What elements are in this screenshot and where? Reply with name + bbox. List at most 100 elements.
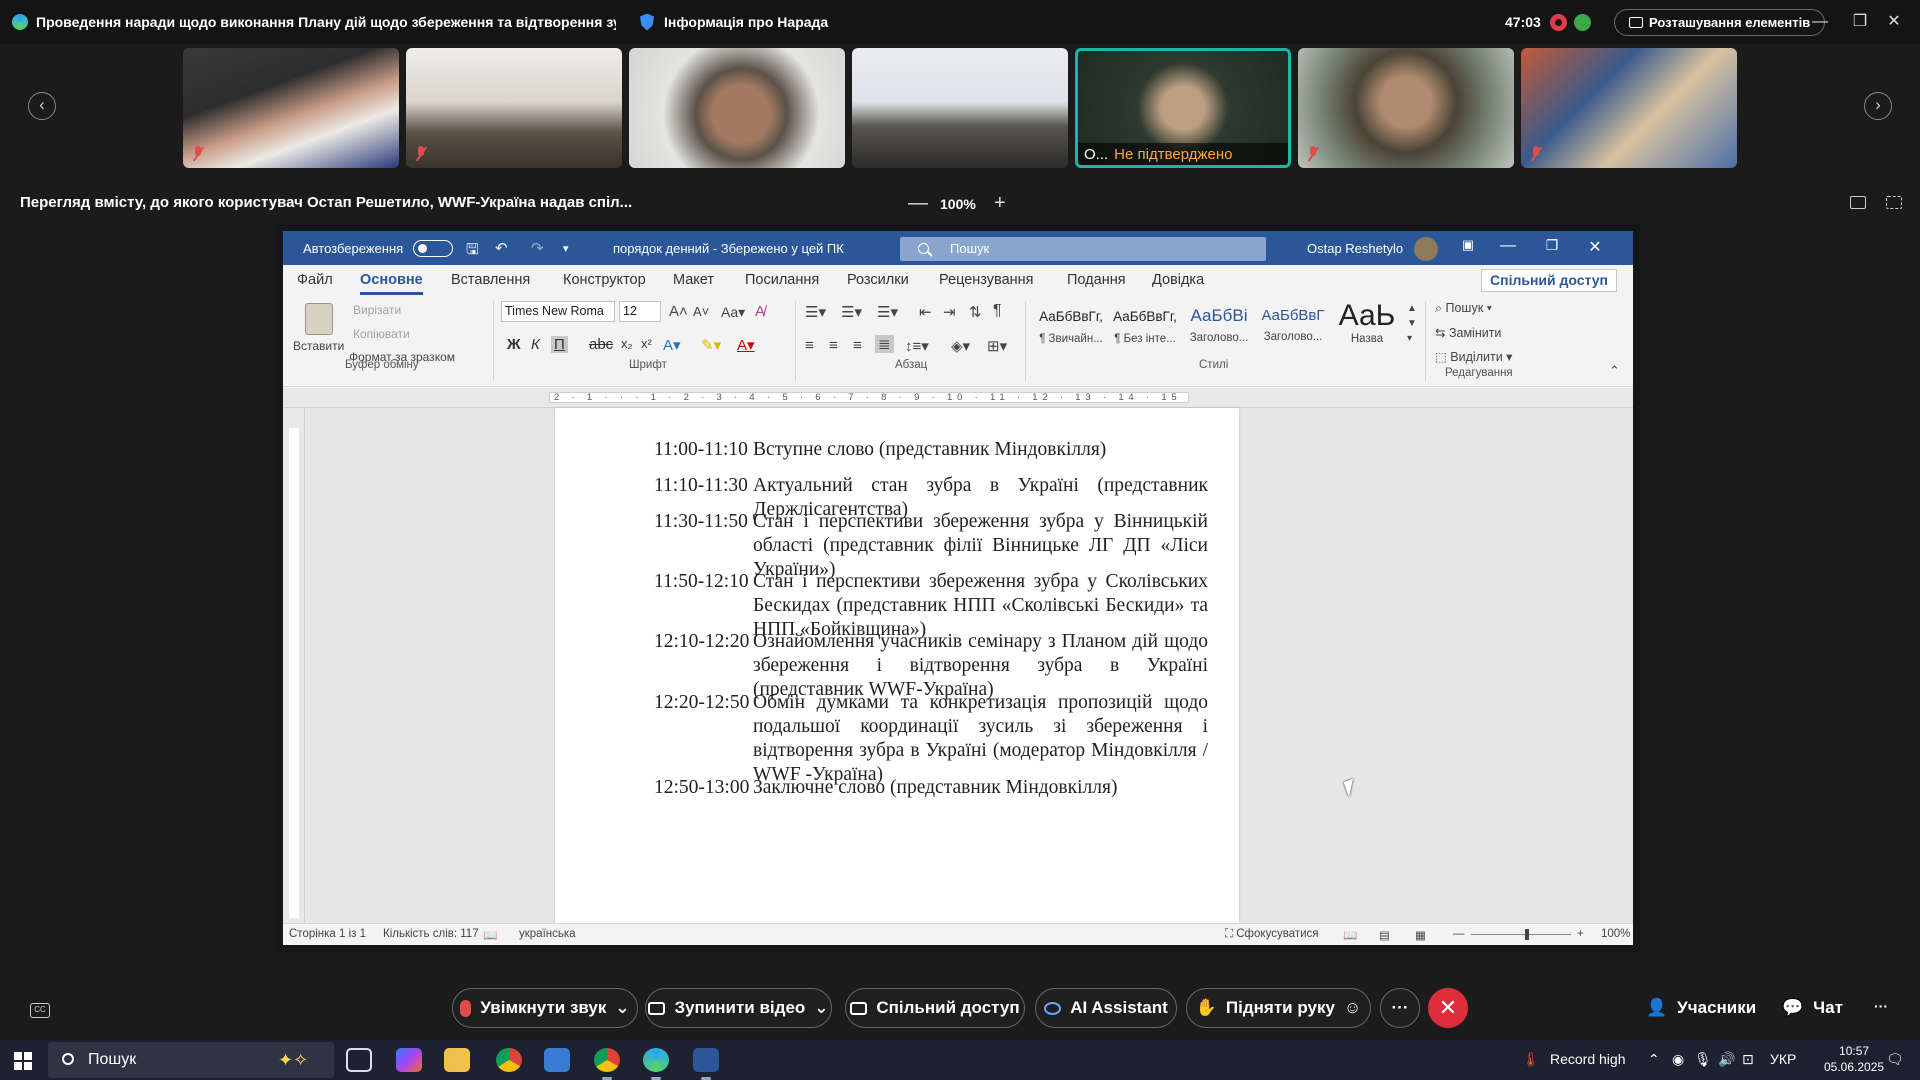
tab-design[interactable]: Конструктор [563, 272, 646, 288]
font-color-icon[interactable]: A▾ [737, 336, 755, 354]
leave-meeting-button[interactable]: ✕ [1428, 988, 1468, 1028]
file-explorer-icon[interactable] [444, 1048, 470, 1072]
tab-file[interactable]: Файл [297, 272, 333, 288]
volume-icon[interactable]: 🔊 [1718, 1051, 1735, 1068]
show-marks-icon[interactable]: ¶ [993, 302, 1002, 320]
vertical-ruler[interactable] [283, 408, 305, 923]
increase-indent-icon[interactable]: ⇥ [943, 303, 956, 321]
copy-button[interactable]: Копіювати [353, 327, 410, 341]
highlight-icon[interactable]: ✎▾ [701, 336, 721, 354]
autosave-toggle[interactable] [413, 240, 453, 257]
ai-assistant-button[interactable]: AI Assistant [1035, 988, 1177, 1028]
word-minimize-icon[interactable]: — [1493, 237, 1523, 255]
print-layout-icon[interactable]: ▤ [1379, 928, 1390, 942]
weather-icon[interactable]: 🌡 [1522, 1051, 1540, 1068]
save-icon[interactable]: 🖫 [466, 239, 479, 264]
meeting-info-link[interactable]: Інформація про Нарада [664, 14, 828, 30]
task-view-icon[interactable] [346, 1048, 372, 1072]
document-name[interactable]: порядок денний - Збережено у цей ПК [613, 241, 844, 256]
word-maximize-icon[interactable]: ❐ [1537, 237, 1567, 254]
select-button[interactable]: ⬚ Виділити ▾ [1435, 349, 1512, 364]
style-normal[interactable]: АаБбВвГг, ¶ Звичайн... [1035, 301, 1107, 355]
participant-tile-active[interactable]: О... Не підтверджено [1075, 48, 1291, 168]
tab-help[interactable]: Довідка [1152, 272, 1204, 288]
zoom-in-icon[interactable]: + [1577, 928, 1584, 940]
bullets-icon[interactable]: ☰▾ [805, 303, 826, 321]
tab-home[interactable]: Основне [360, 272, 423, 295]
focus-mode-button[interactable]: ⛶ Сфокусуватися [1225, 928, 1319, 941]
layout-button[interactable]: Розташування елементів [1614, 9, 1826, 36]
account-name[interactable]: Ostap Reshetylo [1307, 241, 1403, 256]
clock[interactable]: 10:57 05.06.2025 [1824, 1043, 1884, 1075]
notifications-icon[interactable]: 🗨 [1886, 1051, 1904, 1068]
borders-icon[interactable]: ⊞▾ [987, 337, 1007, 355]
styles-scroll-icon[interactable]: ▲ ▼ ▾ [1407, 301, 1417, 346]
recording-icon[interactable] [1550, 14, 1567, 31]
unmute-button[interactable]: Увімкнути звук ⌄ [452, 988, 638, 1028]
sort-icon[interactable]: ⇅ [969, 303, 982, 321]
strip-next-icon[interactable]: › [1864, 92, 1892, 120]
tab-insert[interactable]: Вставлення [451, 272, 530, 288]
grow-font-icon[interactable]: A˄ [669, 303, 688, 320]
chevron-down-icon[interactable]: ⌄ [814, 998, 828, 1018]
chrome-icon[interactable] [496, 1048, 522, 1072]
paste-button[interactable]: Вставити [293, 339, 344, 353]
chrome-profile-icon[interactable] [594, 1048, 620, 1080]
participant-tile-1[interactable] [183, 48, 399, 168]
replace-button[interactable]: ⇆ Замінити [1435, 325, 1501, 340]
chevron-down-icon[interactable]: ⌄ [615, 998, 629, 1018]
cut-button[interactable]: Вирізати [353, 303, 401, 317]
popout-icon[interactable] [1850, 196, 1866, 209]
align-right-icon[interactable]: ≡ [853, 337, 862, 354]
minimize-icon[interactable]: — [1806, 10, 1834, 34]
word-count[interactable]: Кількість слів: 117 [383, 928, 479, 940]
restore-icon[interactable]: ❐ [1846, 10, 1874, 34]
participant-tile-4[interactable] [852, 48, 1068, 168]
redo-icon[interactable]: ↷ [531, 239, 544, 257]
webex-icon[interactable] [643, 1048, 669, 1080]
tab-view[interactable]: Подання [1067, 272, 1126, 288]
word-icon[interactable] [693, 1048, 719, 1080]
customize-toolbar-icon[interactable]: ▾ [563, 242, 569, 255]
justify-icon[interactable]: ≣ [875, 335, 894, 353]
collapse-ribbon-icon[interactable]: ⌃ [1609, 363, 1620, 379]
fullscreen-icon[interactable] [1886, 196, 1902, 209]
style-heading-2[interactable]: АаБбВвГ Заголово... [1257, 301, 1329, 355]
word-zoom-level[interactable]: 100% [1601, 928, 1630, 940]
text-effects-icon[interactable]: A▾ [663, 336, 681, 354]
underline-icon[interactable]: П [551, 336, 568, 353]
align-left-icon[interactable]: ≡ [805, 337, 814, 354]
camera-tray-icon[interactable]: ◉ [1672, 1051, 1684, 1068]
paste-icon[interactable] [305, 303, 333, 335]
input-language[interactable]: УКР [1770, 1051, 1796, 1067]
numbering-icon[interactable]: ☰▾ [841, 303, 862, 321]
proofing-icon[interactable]: 📖 [483, 928, 497, 942]
language-status[interactable]: українська [519, 928, 576, 940]
reactions-icon[interactable]: ☺ [1344, 998, 1361, 1018]
italic-icon[interactable]: К [531, 336, 540, 353]
bold-icon[interactable]: Ж [507, 336, 521, 353]
stop-video-button[interactable]: Зупинити відео ⌄ [645, 988, 832, 1028]
word-close-icon[interactable]: ✕ [1580, 237, 1610, 257]
document-page[interactable]: 11:00-11:10 Вступне слово (представник М… [555, 408, 1239, 923]
weather-text[interactable]: Record high [1550, 1051, 1626, 1067]
font-name-select[interactable]: Times New Roma [501, 301, 615, 322]
tab-mailings[interactable]: Розсилки [847, 272, 909, 288]
close-icon[interactable]: ✕ [1880, 10, 1908, 34]
superscript-icon[interactable]: x² [641, 336, 652, 351]
zoom-out-button[interactable]: — [908, 192, 928, 215]
line-spacing-icon[interactable]: ↕≡▾ [905, 337, 929, 355]
mic-tray-icon[interactable]: 🎙 [1694, 1051, 1712, 1068]
multilevel-list-icon[interactable]: ☰▾ [877, 303, 898, 321]
more-panels-icon[interactable]: ··· [1874, 998, 1888, 1014]
style-no-spacing[interactable]: АаБбВвГг, ¶ Без інте... [1109, 301, 1181, 355]
read-mode-icon[interactable]: 📖 [1343, 928, 1357, 942]
tray-overflow-icon[interactable]: ⌃ [1648, 1051, 1660, 1068]
shrink-font-icon[interactable]: A˅ [693, 304, 709, 319]
font-size-select[interactable]: 12 [619, 301, 661, 322]
taskbar-search[interactable]: Пошук ✦✧ [48, 1042, 334, 1078]
subscript-icon[interactable]: x₂ [621, 336, 633, 351]
tab-review[interactable]: Рецензування [939, 272, 1034, 288]
strikethrough-icon[interactable]: abc [589, 336, 613, 353]
decrease-indent-icon[interactable]: ⇤ [919, 303, 932, 321]
